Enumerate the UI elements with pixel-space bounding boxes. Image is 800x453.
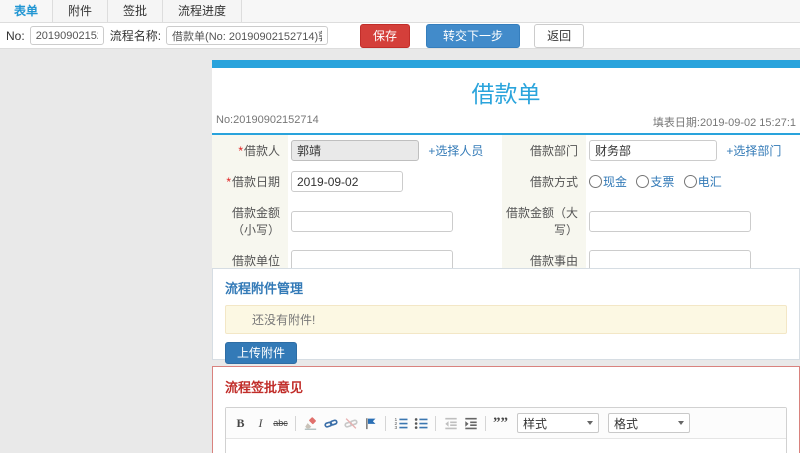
required-mark: * — [226, 175, 231, 189]
panel-accent-bar — [212, 60, 800, 68]
method-cell: 现金 支票 电汇 — [586, 166, 800, 197]
dept-input[interactable] — [589, 140, 717, 161]
method-radio-cash[interactable]: 现金 — [589, 175, 627, 189]
editor-content-area[interactable] — [226, 439, 786, 453]
rich-text-editor: B I abc 123 ”” 样式 格式 — [225, 407, 787, 453]
attachments-title: 流程附件管理 — [225, 281, 304, 296]
select-dept-link[interactable]: +选择部门 — [726, 144, 781, 158]
next-step-button[interactable]: 转交下一步 — [426, 23, 521, 48]
method-radio-cheque[interactable]: 支票 — [636, 175, 674, 189]
toolbar-divider — [485, 415, 486, 431]
amount-big-input[interactable] — [589, 210, 751, 232]
loan-form-table: *借款人 +选择人员 借款部门 +选择部门 *借款日期 借款方式 现金 — [212, 135, 800, 276]
form-title: 借款单 — [471, 81, 541, 107]
no-label: No: — [6, 28, 25, 43]
amount-big-cell — [586, 197, 800, 245]
numbered-list-icon[interactable]: 123 — [393, 415, 408, 431]
no-input[interactable] — [29, 26, 104, 45]
borrower-input[interactable] — [291, 140, 419, 161]
bold-icon[interactable]: B — [233, 415, 248, 431]
wire-radio[interactable] — [683, 175, 697, 188]
select-person-link[interactable]: +选择人员 — [428, 144, 483, 158]
cheque-radio[interactable] — [636, 175, 650, 188]
toolbar-divider — [295, 415, 296, 431]
upload-attachment-button[interactable]: 上传附件 — [225, 342, 298, 364]
amount-small-cell — [288, 197, 502, 245]
tab-approval[interactable]: 签批 — [107, 0, 164, 22]
toolbar-divider — [435, 415, 436, 431]
approval-title: 流程签批意见 — [225, 380, 304, 395]
indent-icon[interactable] — [463, 415, 478, 431]
tab-bar: 表单 附件 签批 流程进度 — [0, 0, 800, 23]
tab-progress[interactable]: 流程进度 — [162, 0, 243, 22]
back-button[interactable]: 返回 — [534, 23, 585, 48]
attachments-panel: 流程附件管理 还没有附件! 上传附件 — [212, 268, 800, 364]
loan-date-input[interactable] — [291, 171, 403, 192]
link-icon[interactable] — [323, 415, 338, 431]
tab-form[interactable]: 表单 — [0, 0, 54, 22]
form-row-borrower: *借款人 +选择人员 借款部门 +选择部门 — [212, 135, 800, 166]
no-attachments-alert: 还没有附件! — [225, 305, 787, 334]
loan-date-label: *借款日期 — [212, 166, 288, 197]
format-combo-label: 格式 — [614, 416, 639, 431]
style-combo[interactable]: 样式 — [517, 413, 599, 433]
anchor-flag-icon[interactable] — [363, 415, 378, 431]
remove-format-icon[interactable] — [303, 415, 318, 431]
editor-toolbar: B I abc 123 ”” 样式 格式 — [226, 408, 786, 439]
approval-panel: 流程签批意见 B I abc 1 2 3 ”” 样式 格式 — [212, 366, 800, 453]
form-row-amounts: 借款金额（小写） 借款金额（大写） — [212, 197, 800, 245]
toolbar-divider — [385, 415, 386, 431]
flow-name-input[interactable] — [166, 26, 329, 45]
outdent-icon[interactable] — [443, 415, 458, 431]
svg-text:3: 3 — [394, 425, 397, 430]
unlink-icon[interactable] — [343, 415, 358, 431]
form-date-text: 填表日期:2019-09-02 15:27:1 — [652, 117, 796, 129]
amount-big-label: 借款金额（大写） — [502, 197, 586, 245]
amount-small-input[interactable] — [291, 210, 453, 232]
strikethrough-icon[interactable]: abc — [273, 415, 288, 431]
borrower-cell: +选择人员 — [288, 135, 502, 166]
method-radio-wire[interactable]: 电汇 — [683, 175, 722, 189]
format-combo[interactable]: 格式 — [608, 413, 690, 433]
bulleted-list-icon[interactable] — [413, 415, 428, 431]
blockquote-icon[interactable]: ”” — [493, 415, 508, 431]
italic-icon[interactable]: I — [253, 415, 268, 431]
action-toolbar: No: 流程名称: 保存 转交下一步 返回 — [0, 23, 800, 49]
form-row-date-method: *借款日期 借款方式 现金 支票 电汇 — [212, 166, 800, 197]
borrower-label: *借款人 — [212, 135, 288, 166]
form-meta-row: No:20190902152714 填表日期:2019-09-02 15:27:… — [212, 112, 800, 133]
save-button[interactable]: 保存 — [360, 23, 411, 48]
cash-radio[interactable] — [589, 175, 602, 188]
flow-name-label: 流程名称: — [109, 29, 162, 43]
required-mark: * — [238, 144, 243, 158]
app-window: 表单 附件 签批 流程进度 No: 流程名称: 保存 转交下一步 返回 借款单 … — [0, 0, 800, 453]
method-label: 借款方式 — [502, 166, 586, 197]
tab-attachments[interactable]: 附件 — [52, 0, 109, 22]
style-combo-label: 样式 — [523, 416, 548, 431]
loan-form-panel: 借款单 No:20190902152714 填表日期:2019-09-02 15… — [212, 60, 800, 280]
amount-small-label: 借款金额（小写） — [212, 197, 288, 245]
dept-cell: +选择部门 — [586, 135, 800, 166]
caret-down-icon — [678, 421, 684, 425]
form-no-text: No:20190902152714 — [216, 114, 319, 126]
caret-down-icon — [587, 421, 593, 425]
dept-label: 借款部门 — [502, 135, 586, 166]
loan-date-cell — [288, 166, 502, 197]
